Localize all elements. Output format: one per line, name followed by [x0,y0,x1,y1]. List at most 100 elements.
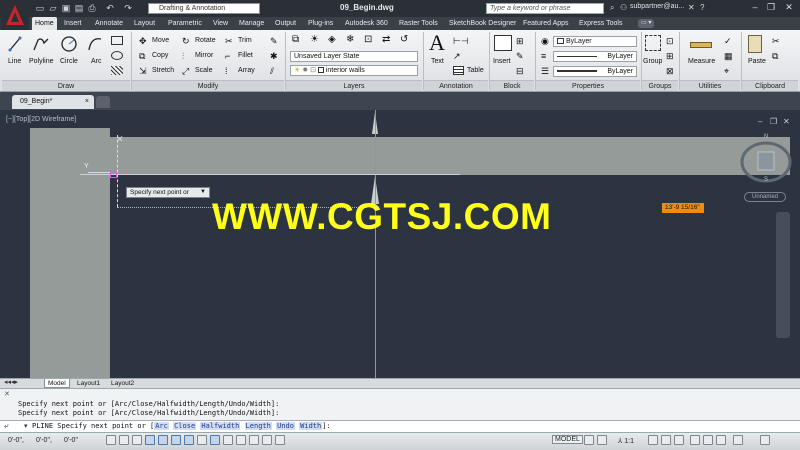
erase-icon[interactable]: ✎ [270,36,278,47]
ducs-icon[interactable] [197,435,207,445]
help-icon[interactable]: ? [700,3,704,12]
copy-clip-icon[interactable]: ⧉ [772,51,778,62]
mirror-icon[interactable]: ⫶ [182,51,184,62]
tab-featured-apps[interactable]: Featured Apps [520,17,572,30]
move-button[interactable]: Move [152,37,169,44]
annotation-monitor-icon[interactable] [275,435,285,445]
measure-button[interactable]: Measure [688,58,715,65]
draw-panel-title[interactable]: Draw [2,80,130,91]
color-wheel-icon[interactable]: ◉ [541,36,549,47]
copy-icon[interactable]: ⧉ [139,51,145,62]
plot-icon[interactable]: ⎙ [86,2,98,14]
new-tab-button[interactable] [96,96,110,108]
tab-layout[interactable]: Layout [131,17,158,30]
properties-panel-title[interactable]: Properties [536,80,640,91]
user-icon[interactable]: ⚇ [620,3,627,12]
polyline-button[interactable]: Polyline [29,58,54,65]
viewport-restore-icon[interactable]: ❐ [770,117,777,126]
table-icon[interactable] [453,66,464,75]
hardware-acceleration-icon[interactable] [703,435,713,445]
tab-parametric[interactable]: Parametric [165,17,205,30]
application-menu-button[interactable] [2,1,28,31]
command-window-close-icon[interactable]: ✕ [4,390,14,418]
redo-icon[interactable]: ↷ [122,2,134,14]
snap-mode-icon[interactable] [106,435,116,445]
fillet-button[interactable]: Fillet [238,52,253,59]
text-icon[interactable]: A [429,30,445,56]
clean-screen-icon[interactable] [760,435,770,445]
ortho-mode-icon[interactable] [132,435,142,445]
fillet-icon[interactable]: ⌐ [225,51,230,61]
array-button[interactable]: Array [238,67,255,74]
option-arc[interactable]: Arc [154,422,169,430]
copy-button[interactable]: Copy [152,52,168,59]
edit-block-icon[interactable]: ✎ [516,51,524,62]
lineweight-dropdown[interactable]: ByLayer [553,66,637,77]
option-close[interactable]: Close [173,422,197,430]
new-icon[interactable]: ▭ [34,2,46,14]
lineweight-icon[interactable]: ☰ [541,66,549,77]
auto-scale-icon[interactable] [661,435,671,445]
text-button[interactable]: Text [431,58,444,65]
tab-express-tools[interactable]: Express Tools [576,17,625,30]
lineweight-toggle-icon[interactable] [223,435,233,445]
group-select-icon[interactable]: ⊠ [666,66,674,77]
coordinate-x[interactable]: 0'-0", [8,437,24,444]
linetype-dropdown[interactable]: ByLayer [553,51,637,62]
close-icon[interactable]: ✕ [782,1,796,14]
move-icon[interactable]: ✥ [139,36,147,47]
command-dropdown-icon[interactable]: ▾ [24,422,28,430]
scale-icon[interactable]: ⤢ [182,66,189,77]
linetype-icon[interactable]: ≡ [541,51,546,61]
leader-icon[interactable]: ↗ [453,51,461,62]
grid-display-icon[interactable] [119,435,129,445]
tab-plugins[interactable]: Plug-ins [305,17,336,30]
layer-isolate-icon[interactable]: ◈ [328,34,336,45]
tab-sketchbook[interactable]: SketchBook Designer [446,17,519,30]
paste-button[interactable]: Paste [748,58,766,65]
rectangle-icon[interactable] [111,36,123,45]
viewport-controls[interactable]: [−][Top][2D Wireframe] [6,116,76,123]
viewport-minimize-icon[interactable]: – [758,117,762,126]
annotation-visibility-icon[interactable] [648,435,658,445]
viewcube-north[interactable]: N [764,134,768,140]
search-icon[interactable]: ⌕ [610,3,614,13]
tab-insert[interactable]: Insert [61,17,85,30]
layer-properties-icon[interactable]: ⧉ [292,34,299,45]
layer-freeze-icon[interactable]: ❄ [346,34,354,45]
trim-button[interactable]: Trim [238,37,252,44]
tab-manage[interactable]: Manage [236,17,267,30]
option-length[interactable]: Length [244,422,272,430]
quick-properties-icon[interactable] [249,435,259,445]
paste-icon[interactable] [748,35,762,53]
minimize-icon[interactable]: – [748,1,762,14]
circle-icon[interactable] [60,35,78,53]
layer-match-icon[interactable]: ⇄ [382,34,390,45]
tab-model[interactable]: Model [44,379,70,388]
array-icon[interactable]: ⁞ [225,66,228,76]
save-icon[interactable]: ▣ [60,2,72,14]
stretch-icon[interactable]: ⇲ [139,66,147,77]
line-icon[interactable] [8,35,22,53]
lock-ui-icon[interactable] [690,435,700,445]
tab-raster-tools[interactable]: Raster Tools [396,17,441,30]
rotate-button[interactable]: Rotate [195,37,216,44]
polyline-icon[interactable] [32,35,50,53]
clipboard-panel-title[interactable]: Clipboard [742,80,798,91]
measure-icon[interactable] [690,42,712,48]
status-menu-icon[interactable] [733,435,743,445]
transparency-icon[interactable] [236,435,246,445]
ribbon-minimize-icon[interactable]: ▭ ▾ [638,19,655,28]
viewcube-south[interactable]: S [764,177,768,183]
object-snap-tracking-icon[interactable] [184,435,194,445]
tab-output[interactable]: Output [272,17,299,30]
edit-attributes-icon[interactable]: ⊟ [516,66,524,77]
isolate-objects-icon[interactable] [716,435,726,445]
modify-panel-title[interactable]: Modify [132,80,284,91]
exchange-icon[interactable]: ✕ [688,3,695,12]
command-prompt[interactable]: PLINE Specify next point or [Arc Close H… [32,422,331,430]
viewport-close-icon[interactable]: ✕ [783,117,790,126]
selection-cycling-icon[interactable] [262,435,272,445]
block-panel-title[interactable]: Block [490,80,534,91]
open-icon[interactable]: ▱ [47,2,59,14]
